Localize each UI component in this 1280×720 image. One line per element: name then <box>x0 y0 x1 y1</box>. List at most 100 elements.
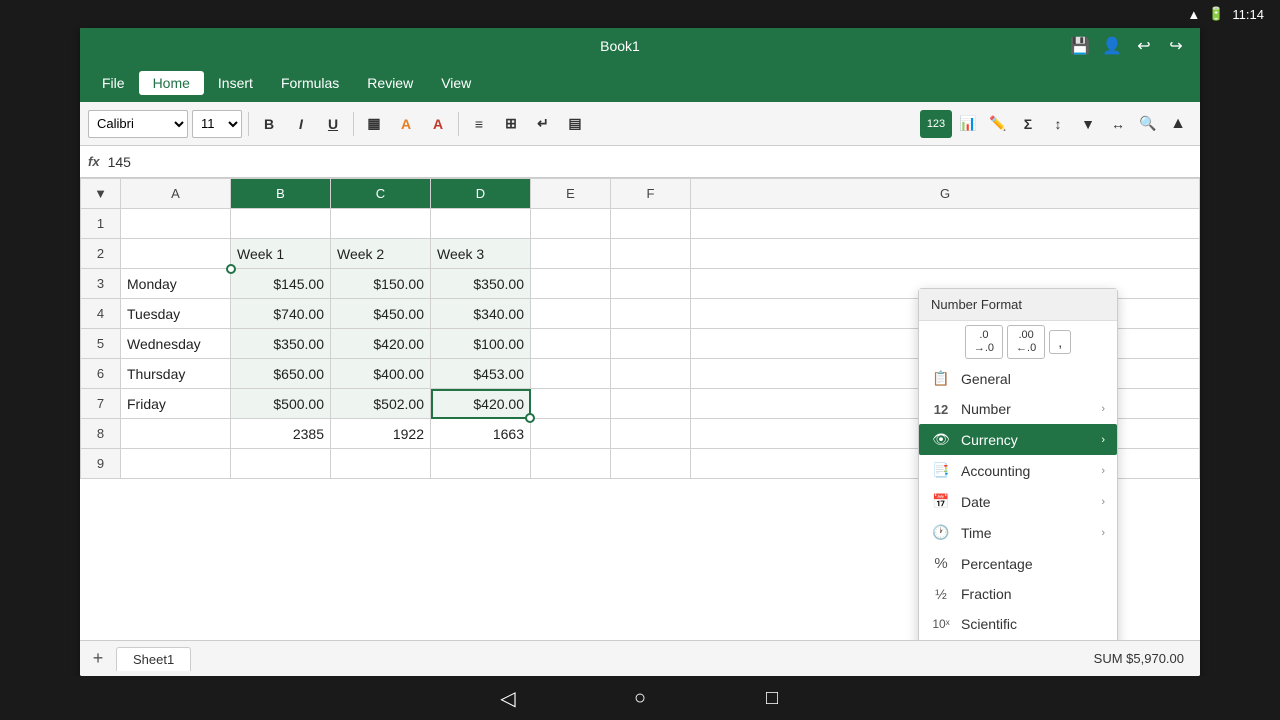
conditional-format-button[interactable]: 📊 <box>954 110 982 138</box>
menu-review[interactable]: Review <box>353 71 427 95</box>
cell-f5[interactable] <box>611 329 691 359</box>
cell-f9[interactable] <box>611 449 691 479</box>
cell-d8[interactable]: 1663 <box>431 419 531 449</box>
increase-decimal-button[interactable]: .00←.0 <box>1007 325 1045 359</box>
cell-f6[interactable] <box>611 359 691 389</box>
cell-e6[interactable] <box>531 359 611 389</box>
cell-b5[interactable]: $350.00 <box>231 329 331 359</box>
scroll-up-button[interactable]: ▲ <box>1164 110 1192 138</box>
col-header-e[interactable]: E <box>531 179 611 209</box>
cell-d7[interactable]: $420.00 <box>431 389 531 419</box>
italic-button[interactable]: I <box>287 110 315 138</box>
cell-c4[interactable]: $450.00 <box>331 299 431 329</box>
cell-e9[interactable] <box>531 449 611 479</box>
sigma-button[interactable]: Σ <box>1014 110 1042 138</box>
menu-insert[interactable]: Insert <box>204 71 267 95</box>
cell-f2[interactable] <box>611 239 691 269</box>
save-button[interactable]: 💾 <box>1068 34 1092 58</box>
cell-d2[interactable]: Week 3 <box>431 239 531 269</box>
wrap-button[interactable]: ↵ <box>529 110 557 138</box>
cell-e4[interactable] <box>531 299 611 329</box>
col-header-g[interactable]: G <box>691 179 1200 209</box>
cell-b9[interactable] <box>231 449 331 479</box>
nf-item-accounting[interactable]: 📑 Accounting › <box>919 455 1117 486</box>
align-center-button[interactable]: ≡ <box>465 110 493 138</box>
cell-c6[interactable]: $400.00 <box>331 359 431 389</box>
nf-item-number[interactable]: 12 Number › <box>919 394 1117 424</box>
font-size-select[interactable]: 11 <box>192 110 242 138</box>
border-button[interactable]: ▦ <box>360 110 388 138</box>
undo-button[interactable]: ↩ <box>1132 34 1156 58</box>
col-header-b[interactable]: B <box>231 179 331 209</box>
recents-button[interactable]: □ <box>756 682 788 714</box>
nf-item-percentage[interactable]: % Percentage <box>919 548 1117 579</box>
cell-a8[interactable] <box>121 419 231 449</box>
menu-view[interactable]: View <box>427 71 485 95</box>
cell-b1[interactable] <box>231 209 331 239</box>
cell-e2[interactable] <box>531 239 611 269</box>
cell-e8[interactable] <box>531 419 611 449</box>
cell-f8[interactable] <box>611 419 691 449</box>
cell-b2[interactable]: Week 1 <box>231 239 331 269</box>
cell-e3[interactable] <box>531 269 611 299</box>
cell-b8[interactable]: 2385 <box>231 419 331 449</box>
menu-home[interactable]: Home <box>139 71 204 95</box>
cell-b7[interactable]: $500.00 <box>231 389 331 419</box>
cell-d4[interactable]: $340.00 <box>431 299 531 329</box>
cell-b6[interactable]: $650.00 <box>231 359 331 389</box>
nf-item-scientific[interactable]: 10ˣ Scientific <box>919 609 1117 639</box>
cell-g2[interactable] <box>691 239 1200 269</box>
nf-item-text[interactable]: ABC Text <box>919 639 1117 640</box>
decrease-decimal-button[interactable]: .0→.0 <box>965 325 1003 359</box>
redo-button[interactable]: ↪ <box>1164 34 1188 58</box>
cell-d1[interactable] <box>431 209 531 239</box>
cell-g1[interactable] <box>691 209 1200 239</box>
add-sheet-button[interactable]: + <box>84 645 112 673</box>
cell-a6[interactable]: Thursday <box>121 359 231 389</box>
font-color-button[interactable]: A <box>424 110 452 138</box>
menu-file[interactable]: File <box>88 71 139 95</box>
user-button[interactable]: 👤 <box>1100 34 1124 58</box>
nf-item-time[interactable]: 🕐 Time › <box>919 517 1117 548</box>
cell-a1[interactable] <box>121 209 231 239</box>
cell-c8[interactable]: 1922 <box>331 419 431 449</box>
filter-button[interactable]: ▼ <box>1074 110 1102 138</box>
number-format-button[interactable]: 123 <box>920 110 952 138</box>
menu-formulas[interactable]: Formulas <box>267 71 353 95</box>
cell-e1[interactable] <box>531 209 611 239</box>
back-button[interactable]: ◁ <box>492 682 524 714</box>
cell-d6[interactable]: $453.00 <box>431 359 531 389</box>
cell-c2[interactable]: Week 2 <box>331 239 431 269</box>
font-family-select[interactable]: Calibri <box>88 110 188 138</box>
fill-color-button[interactable]: A <box>392 110 420 138</box>
nf-item-fraction[interactable]: ½ Fraction <box>919 579 1117 609</box>
cell-a2[interactable] <box>121 239 231 269</box>
nf-item-currency[interactable]: 👁 Currency › <box>919 424 1117 455</box>
cell-d3[interactable]: $350.00 <box>431 269 531 299</box>
cell-b4[interactable]: $740.00 <box>231 299 331 329</box>
cell-a4[interactable]: Tuesday <box>121 299 231 329</box>
col-header-f[interactable]: F <box>611 179 691 209</box>
format-button[interactable]: ▤ <box>561 110 589 138</box>
merge-button[interactable]: ⊞ <box>497 110 525 138</box>
cell-e7[interactable] <box>531 389 611 419</box>
cell-a9[interactable] <box>121 449 231 479</box>
search-button[interactable]: 🔍 <box>1134 110 1162 138</box>
underline-button[interactable]: U <box>319 110 347 138</box>
cell-f4[interactable] <box>611 299 691 329</box>
cell-a5[interactable]: Wednesday <box>121 329 231 359</box>
cell-c5[interactable]: $420.00 <box>331 329 431 359</box>
cell-e5[interactable] <box>531 329 611 359</box>
nf-item-date[interactable]: 📅 Date › <box>919 486 1117 517</box>
styles-button[interactable]: ✏️ <box>984 110 1012 138</box>
bold-button[interactable]: B <box>255 110 283 138</box>
nf-item-general[interactable]: 📋 General <box>919 363 1117 394</box>
cell-b3[interactable]: $145.00 <box>231 269 331 299</box>
col-header-d[interactable]: D <box>431 179 531 209</box>
comma-style-button[interactable]: , <box>1049 330 1071 354</box>
sort-button[interactable]: ↕ <box>1044 110 1072 138</box>
cell-f7[interactable] <box>611 389 691 419</box>
cell-d9[interactable] <box>431 449 531 479</box>
cell-c9[interactable] <box>331 449 431 479</box>
cell-c3[interactable]: $150.00 <box>331 269 431 299</box>
